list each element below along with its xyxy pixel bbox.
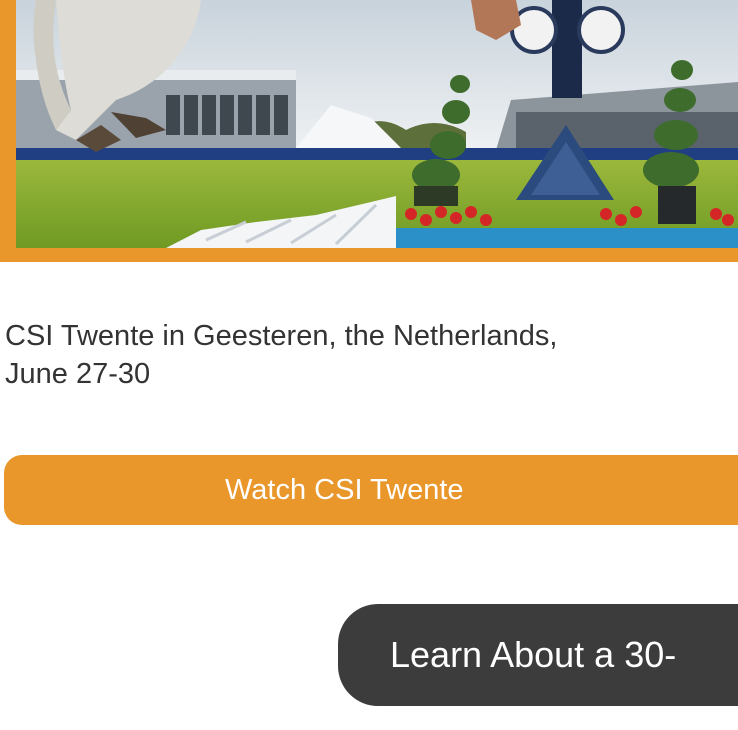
- event-caption-line-1: CSI Twente in Geesteren, the Netherlands…: [5, 320, 558, 352]
- event-caption: CSI Twente in Geesteren, the Netherlands…: [5, 317, 733, 393]
- hero-photo[interactable]: [16, 0, 738, 248]
- show-jumping-arena-image: [16, 0, 738, 248]
- watch-csi-twente-button[interactable]: Watch CSI Twente: [4, 455, 738, 525]
- email-content: CSI Twente in Geesteren, the Netherlands…: [0, 0, 738, 730]
- event-caption-line-2: June 27-30: [5, 358, 151, 390]
- learn-about-button[interactable]: Learn About a 30-: [338, 604, 738, 706]
- hero-frame: [0, 0, 738, 262]
